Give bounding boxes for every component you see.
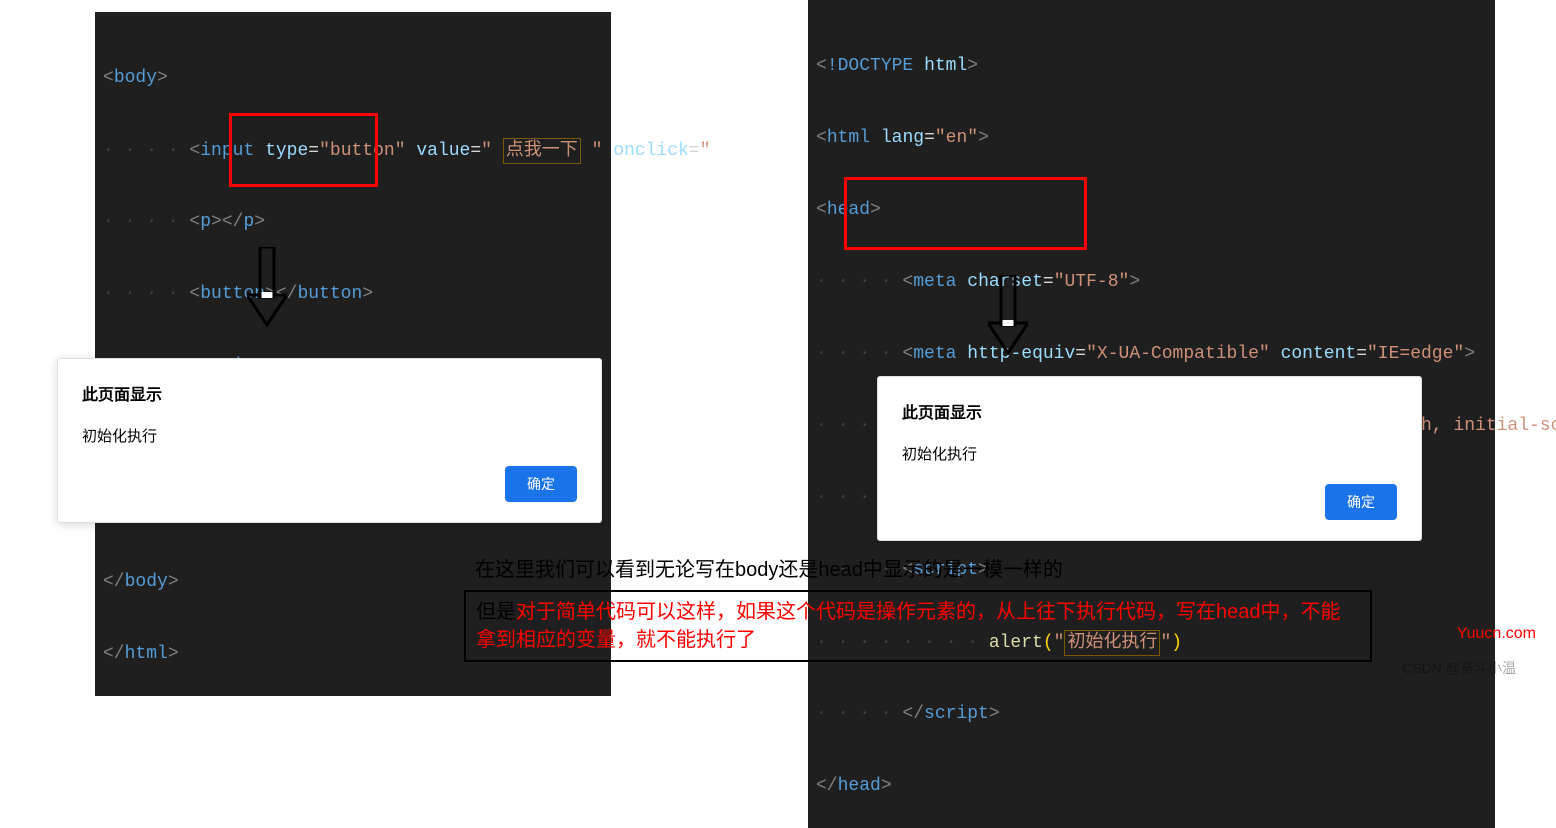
code-line: <html lang="en"> [816, 126, 1487, 150]
ok-button[interactable]: 确定 [505, 466, 577, 502]
dialog-message: 初始化执行 [82, 425, 577, 446]
caption-text: 在这里我们可以看到无论写在body还是head中显示的是一模一样的 [475, 553, 1063, 582]
alert-dialog-right: 此页面显示 初始化执行 确定 [877, 376, 1422, 541]
watermark-credit: CSDN @奋斗小温 [1402, 658, 1516, 678]
code-line: <head> [816, 198, 1487, 222]
alert-dialog-left: 此页面显示 初始化执行 确定 [57, 358, 602, 523]
code-line: · · · · <input type="button" value=" 点我一… [103, 138, 603, 162]
dialog-title: 此页面显示 [902, 399, 1397, 423]
warning-box: 但是对于简单代码可以这样，如果这个代码是操作元素的，从上往下执行代码，写在hea… [464, 590, 1372, 662]
arrow-down-icon [247, 247, 287, 327]
code-line: <!DOCTYPE html> [816, 54, 1487, 78]
dialog-title: 此页面显示 [82, 381, 577, 405]
code-line: · · · · <meta http-equiv="X-UA-Compatibl… [816, 342, 1487, 366]
code-line: · · · · <p></p> [103, 210, 603, 234]
ok-button[interactable]: 确定 [1325, 484, 1397, 520]
code-line: · · · · <meta charset="UTF-8"> [816, 270, 1487, 294]
warning-text: 对于简单代码可以这样，如果这个代码是操作元素的，从上往下执行代码，写在head中… [476, 601, 1341, 651]
warning-prefix: 但是 [476, 601, 516, 623]
code-line: · · · · <button></button> [103, 282, 603, 306]
arrow-down-icon [988, 275, 1028, 355]
code-line: · · · · </script> [816, 702, 1487, 726]
watermark-site: Yuucn.com [1457, 625, 1536, 643]
code-line: <body> [103, 66, 603, 90]
dialog-message: 初始化执行 [902, 443, 1397, 464]
code-line: </head> [816, 774, 1487, 798]
